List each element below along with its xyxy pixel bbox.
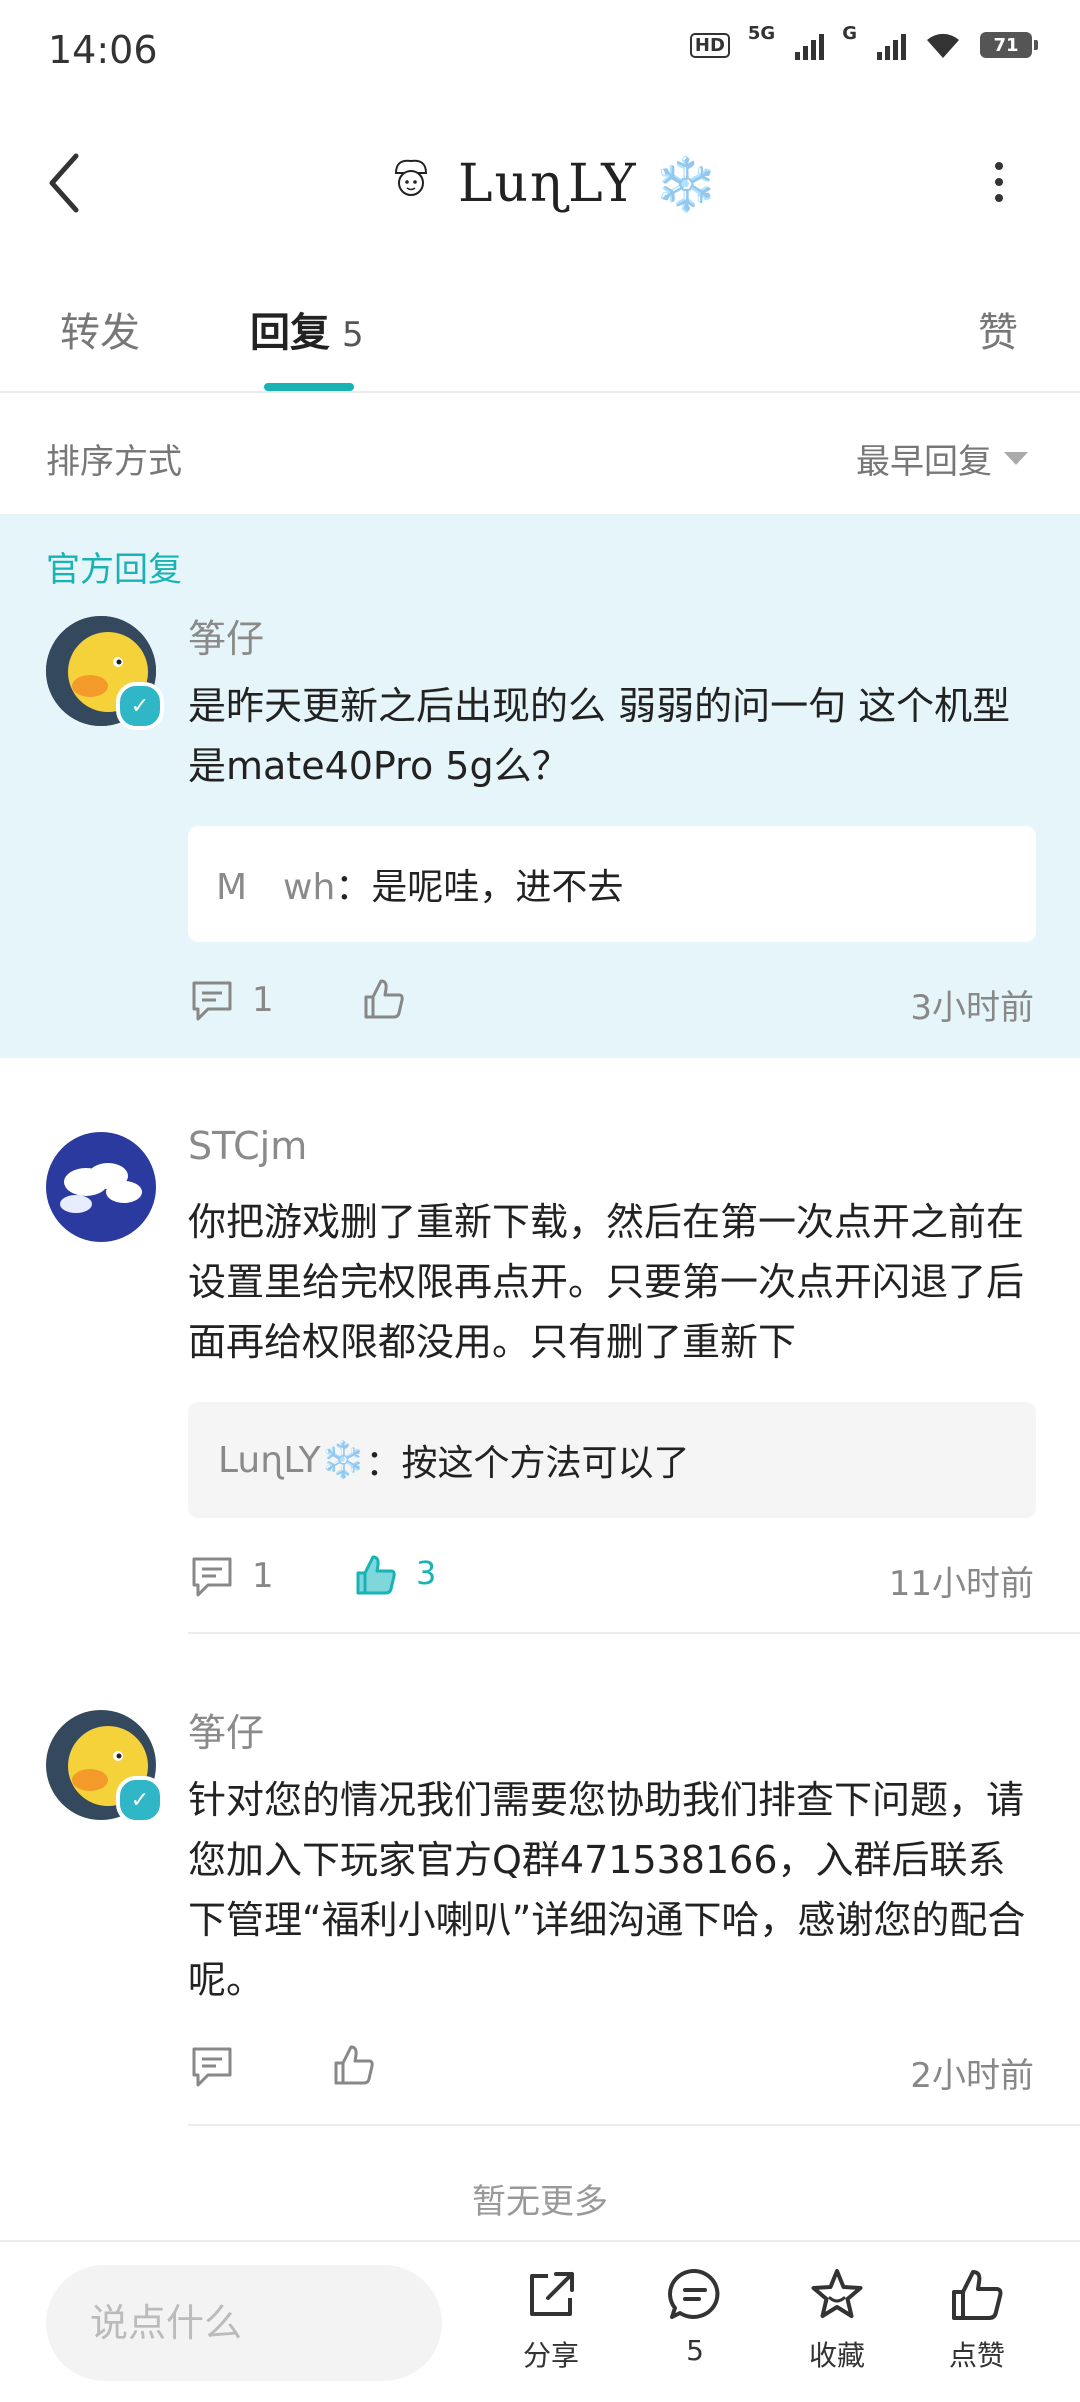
comment-icon[interactable] <box>190 1555 234 1599</box>
signal-icon-2 <box>877 30 906 60</box>
avatar[interactable] <box>46 1132 156 1242</box>
comment-text: 针对您的情况我们需要您协助我们排查下问题，请您加入下玩家官方Q群47153816… <box>188 1778 1026 2002</box>
tab-label: 赞 <box>978 310 1018 356</box>
comment-count: 1 <box>252 980 274 1020</box>
divider <box>188 2124 1080 2126</box>
status-time: 14:06 <box>48 28 158 72</box>
tab-forward[interactable]: 转发 <box>60 300 140 358</box>
caret-down-icon <box>1004 452 1028 465</box>
divider <box>188 1632 1080 1634</box>
tab-indicator <box>264 383 354 391</box>
comment-text: 你把游戏删了重新下载，然后在第一次点开之前在设置里给完权限再点开。只要第一次点开… <box>188 1200 1025 1364</box>
share-button[interactable]: 分享 <box>496 2266 606 2374</box>
reply-preview[interactable]: M wh ：是呢哇，进不去 <box>188 826 1036 942</box>
favorite-button[interactable]: 收藏 <box>782 2266 892 2374</box>
like-count: 3 <box>416 1554 437 1592</box>
reply-text: ：按这个方法可以了 <box>365 1443 690 1484</box>
like-icon-active[interactable] <box>354 1553 398 1597</box>
comment-icon[interactable] <box>190 979 234 1023</box>
comment-icon[interactable] <box>190 2045 234 2089</box>
comments-button[interactable]: 5 <box>640 2266 750 2367</box>
status-icons: HD 5G G 71 <box>689 23 1038 60</box>
username[interactable]: 筝仔 <box>188 608 264 663</box>
signal-label-2: G <box>842 22 857 44</box>
sort-label: 排序方式 <box>46 442 182 482</box>
verified-icon: ✓ <box>116 1776 164 1824</box>
tab-label: 转发 <box>60 310 140 356</box>
title-text: LuɳLY <box>458 154 638 214</box>
official-reply-label: 官方回复 <box>46 550 182 590</box>
username[interactable]: STCjm <box>188 1124 307 1168</box>
signal-icon <box>795 30 825 60</box>
like-button[interactable]: 点赞 <box>922 2266 1032 2374</box>
logo <box>380 153 442 215</box>
comment-time: 11小时前 <box>888 1564 1034 1604</box>
share-icon <box>530 2272 574 2316</box>
no-more-text: 暂无更多 <box>472 2182 608 2222</box>
reply-text: ：是呢哇，进不去 <box>335 867 624 908</box>
thumbs-up-icon <box>952 2270 1003 2320</box>
tab-replies[interactable]: 回复 5 <box>250 300 364 358</box>
more-icon[interactable] <box>984 160 1014 204</box>
reply-author[interactable]: M wh <box>216 858 335 910</box>
divider <box>0 391 1080 393</box>
verified-icon: ✓ <box>116 682 164 730</box>
tab-label: 回复 <box>250 310 330 356</box>
comment-time: 3小时前 <box>910 988 1034 1028</box>
favorite-label: 收藏 <box>808 2339 865 2372</box>
wifi-icon <box>927 33 959 58</box>
page-title: LuɳLY ❄️ <box>380 145 718 223</box>
comment-input[interactable] <box>46 2265 442 2381</box>
like-icon[interactable] <box>332 2043 376 2087</box>
reply-preview[interactable]: LuɳLY❄️ ：按这个方法可以了 <box>188 1402 1036 1518</box>
chat-icon <box>668 2268 720 2319</box>
star-icon <box>811 2269 863 2318</box>
comment-time: 2小时前 <box>910 2056 1034 2096</box>
hd-icon: HD <box>689 32 730 58</box>
sort-dropdown[interactable]: 最早回复 <box>856 434 1028 483</box>
signal-label-1: 5G <box>747 22 776 44</box>
sort-value: 最早回复 <box>856 442 992 482</box>
share-label: 分享 <box>522 2339 579 2372</box>
reply-author[interactable]: LuɳLY❄️ <box>218 1439 365 1481</box>
comment-count: 1 <box>252 1556 274 1596</box>
comments-count: 5 <box>686 2334 704 2367</box>
tab-likes[interactable]: 赞 <box>978 300 1018 358</box>
tab-count: 5 <box>342 315 364 355</box>
username[interactable]: 筝仔 <box>188 1702 264 1757</box>
comment-text: 是昨天更新之后出现的么 弱弱的问一句 这个机型是mate40Pro 5g么？ <box>188 684 1011 788</box>
snowflake-icon: ❄️ <box>653 154 719 215</box>
back-icon[interactable] <box>42 150 92 216</box>
like-icon[interactable] <box>362 977 406 1021</box>
like-label: 点赞 <box>948 2339 1005 2372</box>
battery-icon: 71 <box>980 32 1038 58</box>
